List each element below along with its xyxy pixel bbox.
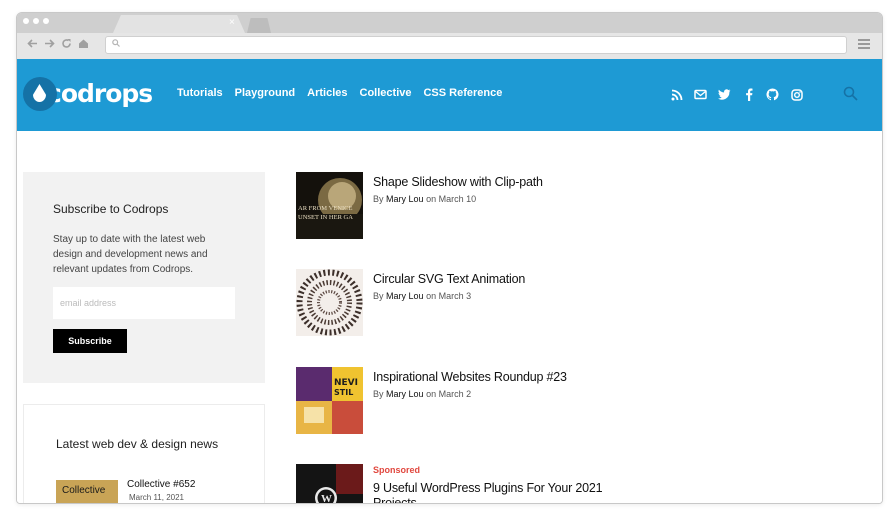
news-item-date: March 11, 2021 — [129, 493, 184, 502]
article-date: on March 10 — [426, 194, 477, 204]
list-item: Circular SVG Text Animation By Mary Lou … — [296, 269, 856, 337]
article-title[interactable]: Shape Slideshow with Clip-path — [373, 175, 543, 189]
article-thumbnail[interactable]: NEVI STIL — [296, 367, 363, 434]
article-author[interactable]: Mary Lou — [386, 194, 424, 204]
news-item-title[interactable]: Collective #652 — [127, 479, 195, 490]
thumb-text-2: UNSET IN HER GA — [298, 214, 353, 221]
wordpress-icon: W — [321, 493, 332, 504]
nav-articles[interactable]: Articles — [307, 87, 347, 99]
logo-text: codrops — [47, 79, 153, 108]
close-window-dot[interactable] — [23, 18, 29, 24]
social-links — [669, 87, 804, 102]
sponsored-label: Sponsored — [373, 465, 421, 475]
search-icon — [112, 39, 120, 49]
instagram-icon[interactable] — [789, 87, 804, 102]
list-item: AR FROM VENICE UNSET IN HER GA Shape Sli… — [296, 172, 856, 240]
back-icon[interactable] — [26, 38, 38, 52]
thumb-text-3: NEVI — [334, 378, 358, 388]
article-title[interactable]: Circular SVG Text Animation — [373, 272, 525, 286]
twitter-icon[interactable] — [717, 87, 732, 102]
article-author[interactable]: Mary Lou — [386, 291, 424, 301]
browser-chrome: × — [17, 13, 882, 59]
thumb-text-4: STIL — [334, 388, 353, 397]
news-title: Latest web dev & design news — [56, 437, 219, 451]
list-item: W Sponsored 9 Useful WordPress Plugins F… — [296, 464, 856, 504]
news-box: Latest web dev & design news Collective … — [23, 404, 265, 503]
article-title[interactable]: 9 Useful WordPress Plugins For Your 2021… — [373, 481, 623, 503]
subscribe-box: Subscribe to Codrops Stay up to date wit… — [23, 172, 265, 383]
meta-by: By — [373, 194, 384, 204]
article-meta: By Mary Lou on March 10 — [373, 194, 476, 204]
news-thumbnail[interactable]: Collective — [56, 480, 118, 503]
browser-toolbar — [17, 33, 882, 59]
address-bar[interactable] — [105, 36, 847, 54]
article-author[interactable]: Mary Lou — [386, 389, 424, 399]
article-thumbnail[interactable] — [296, 269, 363, 336]
home-icon[interactable] — [77, 38, 89, 52]
article-date: on March 2 — [426, 389, 472, 399]
meta-by: By — [373, 291, 384, 301]
tab-close-icon[interactable]: × — [229, 16, 235, 30]
news-thumb-label: Collective — [62, 485, 106, 496]
nav-tutorials[interactable]: Tutorials — [177, 87, 223, 99]
article-thumbnail[interactable]: AR FROM VENICE UNSET IN HER GA — [296, 172, 363, 239]
thumb-text-1: AR FROM VENICE — [298, 205, 352, 212]
logo-drop-icon — [23, 77, 57, 111]
search-icon[interactable] — [843, 86, 859, 102]
window-controls — [23, 18, 49, 24]
minimize-window-dot[interactable] — [33, 18, 39, 24]
browser-menu-icon[interactable] — [858, 39, 870, 49]
new-tab-button[interactable] — [247, 18, 271, 33]
article-meta: By Mary Lou on March 2 — [373, 389, 471, 399]
subscribe-button[interactable]: Subscribe — [53, 329, 127, 353]
nav-playground[interactable]: Playground — [235, 87, 296, 99]
main-nav: Tutorials Playground Articles Collective… — [177, 87, 502, 99]
reload-icon[interactable] — [60, 38, 72, 52]
article-title[interactable]: Inspirational Websites Roundup #23 — [373, 370, 567, 384]
site-header: codrops Tutorials Playground Articles Co… — [17, 59, 882, 131]
site-logo[interactable]: codrops — [23, 77, 153, 111]
forward-icon[interactable] — [43, 38, 55, 52]
browser-nav-buttons — [26, 38, 89, 52]
subscribe-title: Subscribe to Codrops — [53, 202, 169, 216]
browser-tab[interactable] — [113, 15, 245, 33]
nav-css-reference[interactable]: CSS Reference — [423, 87, 502, 99]
nav-collective[interactable]: Collective — [360, 87, 412, 99]
subscribe-text: Stay up to date with the latest web desi… — [53, 234, 208, 275]
email-field[interactable]: email address — [53, 287, 235, 319]
rss-icon[interactable] — [669, 87, 684, 102]
list-item: NEVI STIL Inspirational Websites Roundup… — [296, 367, 856, 435]
maximize-window-dot[interactable] — [43, 18, 49, 24]
article-thumbnail[interactable]: W — [296, 464, 363, 504]
github-icon[interactable] — [765, 87, 780, 102]
facebook-icon[interactable] — [741, 87, 756, 102]
browser-window: × codrops Tutorials Playground Articles … — [16, 12, 883, 504]
mail-icon[interactable] — [693, 87, 708, 102]
meta-by: By — [373, 389, 384, 399]
tab-strip: × — [17, 13, 882, 33]
page-content: Subscribe to Codrops Stay up to date wit… — [17, 131, 882, 504]
article-date: on March 3 — [426, 291, 472, 301]
article-meta: By Mary Lou on March 3 — [373, 291, 471, 301]
